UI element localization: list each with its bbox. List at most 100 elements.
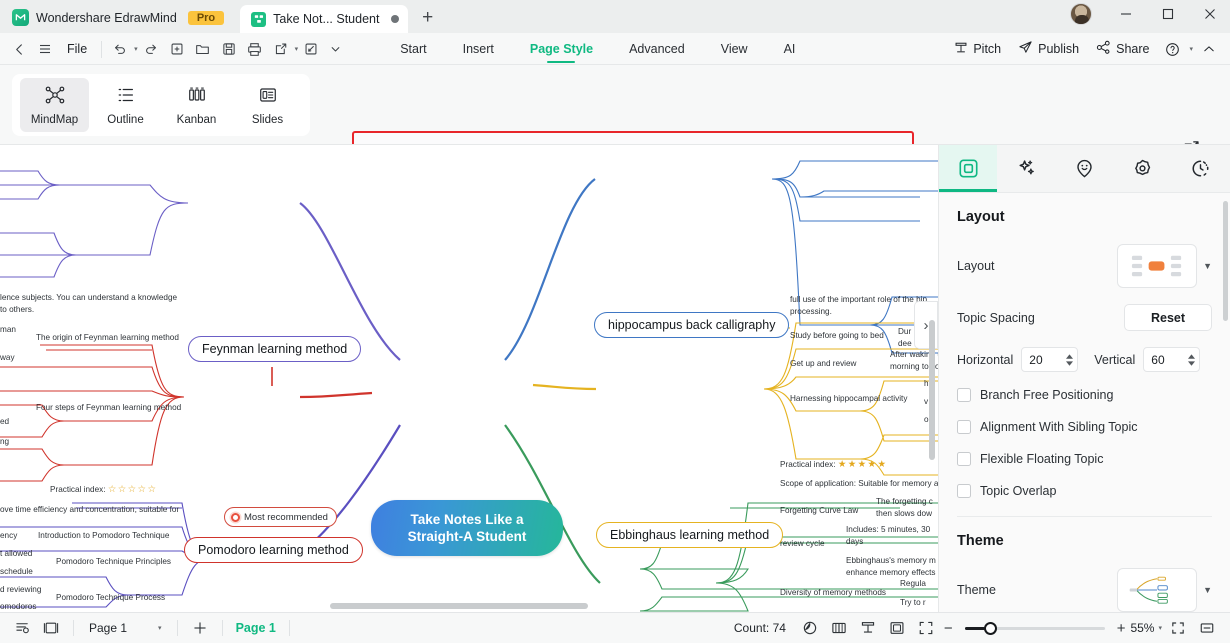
share-button[interactable]: Share	[1089, 40, 1156, 58]
view-slides-button[interactable]: Slides	[233, 78, 302, 132]
stepper-arrows-icon[interactable]	[1188, 353, 1196, 366]
minimize-button[interactable]	[1106, 1, 1146, 27]
checkbox-alignment-with-sibling-topic[interactable]: Alignment With Sibling Topic	[957, 420, 1212, 434]
panel-tab-style[interactable]	[1114, 145, 1172, 192]
tab-ai[interactable]: AI	[767, 33, 813, 65]
new-tab-button[interactable]: +	[408, 7, 445, 33]
vertical-stepper[interactable]	[1143, 347, 1201, 372]
zoom-out-button[interactable]: −	[942, 620, 955, 637]
panel-tab-history[interactable]	[1172, 145, 1230, 192]
subtopic-text[interactable]: way	[0, 353, 15, 363]
checkbox-icon[interactable]	[957, 388, 971, 402]
user-avatar[interactable]	[1070, 3, 1092, 25]
subtopic-text[interactable]: man	[0, 325, 16, 335]
close-button[interactable]	[1190, 1, 1230, 27]
theme-selector[interactable]	[1117, 568, 1198, 612]
subtopic-text[interactable]: d reviewing	[0, 585, 41, 595]
vertical-input[interactable]	[1151, 352, 1182, 367]
checkbox-icon[interactable]	[957, 420, 971, 434]
subtopic-text[interactable]: Get up and review	[790, 359, 856, 369]
zoom-slider[interactable]	[964, 621, 1105, 635]
hamburger-menu-icon[interactable]	[32, 36, 58, 62]
subtopic-text[interactable]: ency	[0, 531, 17, 541]
subtopic-text[interactable]: Dur	[898, 327, 911, 337]
subtopic-text[interactable]: Regula	[900, 579, 926, 589]
subtopic-text[interactable]: h	[924, 379, 929, 389]
topic-pomodoro-learning-method[interactable]: Pomodoro learning method	[184, 537, 363, 563]
canvas-horizontal-scrollbar[interactable]	[330, 603, 588, 609]
reset-button[interactable]: Reset	[1124, 304, 1212, 331]
split-view-icon[interactable]	[1194, 615, 1220, 641]
checkbox-topic-overlap[interactable]: Topic Overlap	[957, 484, 1212, 498]
subtopic-text[interactable]: Pomodoro Technique Principles	[56, 557, 171, 567]
tab-start[interactable]: Start	[383, 33, 443, 65]
fullscreen-icon[interactable]	[1165, 615, 1191, 641]
layout-selector[interactable]	[1117, 244, 1198, 288]
subtopic-text[interactable]: The forgetting c	[876, 497, 933, 507]
subtopic-text[interactable]: Try to r	[900, 598, 926, 608]
select-tool-icon[interactable]	[298, 36, 324, 62]
add-page-button[interactable]	[187, 615, 213, 641]
panel-scrollbar[interactable]	[1223, 201, 1228, 321]
maximize-button[interactable]	[1148, 1, 1188, 27]
open-folder-icon[interactable]	[190, 36, 216, 62]
checkbox-flexible-floating-topic[interactable]: Flexible Floating Topic	[957, 452, 1212, 466]
view-outline-button[interactable]: Outline	[91, 78, 160, 132]
tab-page-style[interactable]: Page Style	[513, 33, 610, 65]
subtopic-text[interactable]: o	[924, 415, 929, 425]
theme-chevron-down-icon[interactable]: ▼	[1203, 585, 1212, 595]
subtopic-text[interactable]: Forgetting Curve Law	[780, 506, 858, 516]
page-selector-caret-icon[interactable]: ▾	[158, 624, 162, 632]
mindmap-canvas[interactable]: lence subjects. You can understand a kno…	[0, 145, 938, 612]
subtopic-text[interactable]: Introduction to Pomodoro Technique	[38, 531, 169, 541]
collapse-ribbon-icon[interactable]	[1196, 36, 1222, 62]
horizontal-input[interactable]	[1029, 352, 1060, 367]
subtopic-text[interactable]: processing.	[790, 307, 832, 317]
outline-notes-icon[interactable]	[10, 615, 36, 641]
subtopic-text[interactable]: schedule	[0, 567, 33, 577]
side-panel-toggle-icon[interactable]	[38, 615, 64, 641]
view-mindmap-button[interactable]: MindMap	[20, 78, 89, 132]
panel-tab-stickers[interactable]	[1055, 145, 1113, 192]
subtopic-text[interactable]: ng	[0, 437, 9, 447]
page-selector[interactable]: Page 1 ▾	[83, 621, 168, 635]
subtopic-text[interactable]: Four steps of Feynman learning method	[36, 403, 181, 413]
active-page-tab[interactable]: Page 1	[232, 621, 280, 635]
zoom-dropdown-icon[interactable]: ▾	[1158, 624, 1162, 632]
zoom-slider-handle[interactable]	[983, 621, 997, 635]
subtopic-text[interactable]: Study before going to bed	[790, 331, 884, 341]
tab-view[interactable]: View	[704, 33, 765, 65]
layout-chevron-down-icon[interactable]: ▼	[1203, 261, 1212, 271]
subtopic-text[interactable]: review cycle	[780, 539, 825, 549]
topic-hippocampus-back-calligraphy[interactable]: hippocampus back calligraphy	[594, 312, 790, 338]
publish-button[interactable]: Publish	[1011, 40, 1086, 58]
tab-insert[interactable]: Insert	[446, 33, 511, 65]
subtopic-text[interactable]: Ebbinghaus's memory m	[846, 556, 936, 566]
subtopic-text[interactable]: full use of the important role of the hi…	[790, 295, 927, 305]
pitch-button[interactable]: Pitch	[947, 41, 1008, 58]
more-tools-chevron-icon[interactable]	[324, 36, 347, 62]
subtopic-text[interactable]: Diversity of memory methods	[780, 588, 886, 598]
canvas-vertical-scrollbar[interactable]	[929, 320, 935, 460]
save-icon[interactable]	[216, 36, 242, 62]
document-tab[interactable]: Take Not... Student	[240, 5, 409, 33]
subtopic-text[interactable]: Harnessing hippocampal activity	[790, 394, 907, 404]
zoom-in-button[interactable]: +	[1115, 620, 1128, 637]
help-dropdown-icon[interactable]: ▾	[1189, 45, 1193, 53]
help-icon[interactable]	[1159, 36, 1185, 62]
new-file-icon[interactable]	[164, 36, 190, 62]
subtopic-text[interactable]: Scope of application: Suitable for memor…	[780, 479, 938, 489]
subtopic-text[interactable]: omodoros	[0, 602, 36, 612]
subtopic-text[interactable]: t allowed	[0, 549, 32, 559]
subtopic-text[interactable]: then slows dow	[876, 509, 932, 519]
subtopic-text[interactable]: lence subjects. You can understand a kno…	[0, 293, 180, 303]
checkbox-branch-free-positioning[interactable]: Branch Free Positioning	[957, 388, 1212, 402]
file-menu[interactable]: File	[58, 42, 96, 56]
subtopic-text[interactable]: ove time efficiency and concentration, s…	[0, 505, 179, 515]
mouse-mode-icon[interactable]	[797, 615, 823, 641]
subtopic-text[interactable]: enhance memory effects	[846, 568, 936, 578]
topic-feynman-learning-method[interactable]: Feynman learning method	[188, 336, 362, 362]
topic-ebbinghaus-learning-method[interactable]: Ebbinghaus learning method	[596, 522, 784, 548]
presentation-mode-icon[interactable]	[855, 615, 881, 641]
central-topic[interactable]: Take Notes Like a Straight-A Student	[371, 500, 563, 556]
